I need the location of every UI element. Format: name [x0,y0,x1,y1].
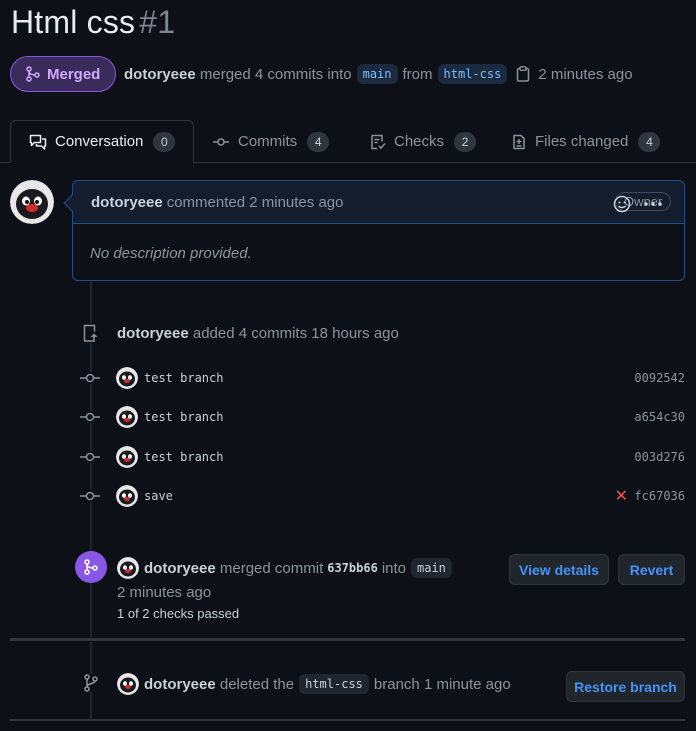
file-diff-icon [513,134,525,149]
pr-title-text: Html css [11,4,136,40]
head-branch-label[interactable]: html-css [437,64,508,84]
merge-time: 2 minutes ago [538,65,633,83]
commit-row[interactable]: test branch 003d276 [80,445,686,469]
commit-sha[interactable]: fc67036 [634,489,685,503]
timeline-separator [10,638,685,641]
delete-event-time: 1 minute ago [423,675,511,693]
base-branch-label[interactable]: main [356,64,398,84]
tab-files-changed[interactable]: Files changed 4 [511,120,661,163]
repo-push-icon [81,323,99,343]
merge-summary-text: merged 4 commits into [199,65,352,83]
commit-message[interactable]: test branch [144,371,223,385]
commit-row[interactable]: test branch a654c30 [80,405,686,429]
git-commit-icon [80,451,100,463]
commit-sha[interactable]: a654c30 [634,410,685,424]
comment-author-link[interactable]: dotoryeee [91,194,163,211]
kebab-horizontal-icon[interactable] [643,201,663,207]
delete-author-avatar[interactable] [117,673,139,695]
commit-row[interactable]: save ✕ fc67036 [80,484,686,508]
view-details-button[interactable]: View details [509,554,609,585]
tab-checks[interactable]: Checks 2 [370,120,477,163]
commit-author-avatar[interactable] [116,485,138,507]
revert-button[interactable]: Revert [618,554,685,585]
tab-conversation-label: Conversation [55,133,144,150]
copy-icon[interactable] [516,66,530,82]
comment-body: No description provided. [90,245,252,262]
commit-row[interactable]: test branch 0092542 [80,366,686,390]
commits-event: dotoryeee added 4 commits 18 hours ago [117,325,399,342]
commit-sha[interactable]: 003d276 [634,450,685,464]
merge-event-text: merged commit [219,559,324,577]
git-merge-icon [84,559,98,575]
from-text: from [402,65,433,83]
merge-event: dotoryeee merged commit 637bb66 into mai… [144,558,457,578]
merge-author-avatar[interactable] [117,557,139,579]
git-branch-icon [83,674,99,692]
git-commit-icon [213,137,229,146]
pr-number: #1 [139,4,176,40]
commit-sha[interactable]: 0092542 [634,371,685,385]
delete-event-text: deleted the [219,675,295,693]
pr-title: Html css #1 [11,4,175,41]
merged-label: Merged [47,65,101,83]
commit-author-avatar[interactable] [116,367,138,389]
tab-checks-label: Checks [394,133,445,150]
tab-conversation-count: 0 [153,131,176,152]
deleted-branch-label[interactable]: html-css [299,674,369,694]
merge-target-branch[interactable]: main [411,558,452,578]
tab-conversation[interactable]: Conversation 0 [10,120,194,163]
merge-event-time: 2 minutes ago [117,584,212,601]
merge-into-text: into [381,559,406,577]
tab-commits[interactable]: Commits 4 [212,120,330,163]
git-merge-icon [26,66,40,82]
git-commit-icon [80,411,100,423]
comment-discussion-icon [29,134,47,150]
commits-event-text: added 4 commits [192,325,308,342]
comment-meta: commented 2 minutes ago [166,193,344,211]
tab-files-changed-label: Files changed [535,133,629,150]
bottom-separator [10,719,685,721]
pr-author-link[interactable]: dotoryeee [124,66,196,83]
delete-event-author[interactable]: dotoryeee [144,676,216,693]
checks-summary[interactable]: 1 of 2 checks passed [117,606,239,621]
commit-message[interactable]: save [144,489,173,503]
comment-header: dotoryeee commented 2 minutes ago [73,181,684,224]
git-commit-icon [80,490,100,502]
commits-event-time: 18 hours ago [311,325,399,342]
merged-event-badge [75,551,107,583]
commit-message[interactable]: test branch [144,410,223,424]
author-avatar[interactable] [10,180,54,224]
tab-checks-count: 2 [454,131,477,152]
restore-branch-button[interactable]: Restore branch [566,671,685,702]
delete-branch-suffix: branch [373,675,420,693]
smiley-icon[interactable] [613,195,631,213]
merged-state-badge: Merged [10,56,116,92]
commit-message[interactable]: test branch [144,450,223,464]
tab-files-changed-count: 4 [638,131,661,152]
commit-author-avatar[interactable] [116,446,138,468]
merge-commit-sha[interactable]: 637bb66 [327,561,378,575]
tab-commits-count: 4 [307,131,330,152]
commit-author-avatar[interactable] [116,406,138,428]
delete-branch-event: dotoryeee deleted the html-css branch 1 … [144,674,511,694]
pr-description-comment: dotoryeee commented 2 minutes ago Owner … [63,180,685,281]
tab-commits-label: Commits [238,133,298,150]
penguin-avatar-image [10,180,54,224]
checklist-icon [371,134,386,149]
git-commit-icon [80,372,100,384]
commits-event-author[interactable]: dotoryeee [117,325,189,342]
merge-event-author[interactable]: dotoryeee [144,560,216,577]
merge-summary: dotoryeee merged 4 commits into main fro… [124,64,633,84]
check-failed-x-icon[interactable]: ✕ [615,486,628,506]
